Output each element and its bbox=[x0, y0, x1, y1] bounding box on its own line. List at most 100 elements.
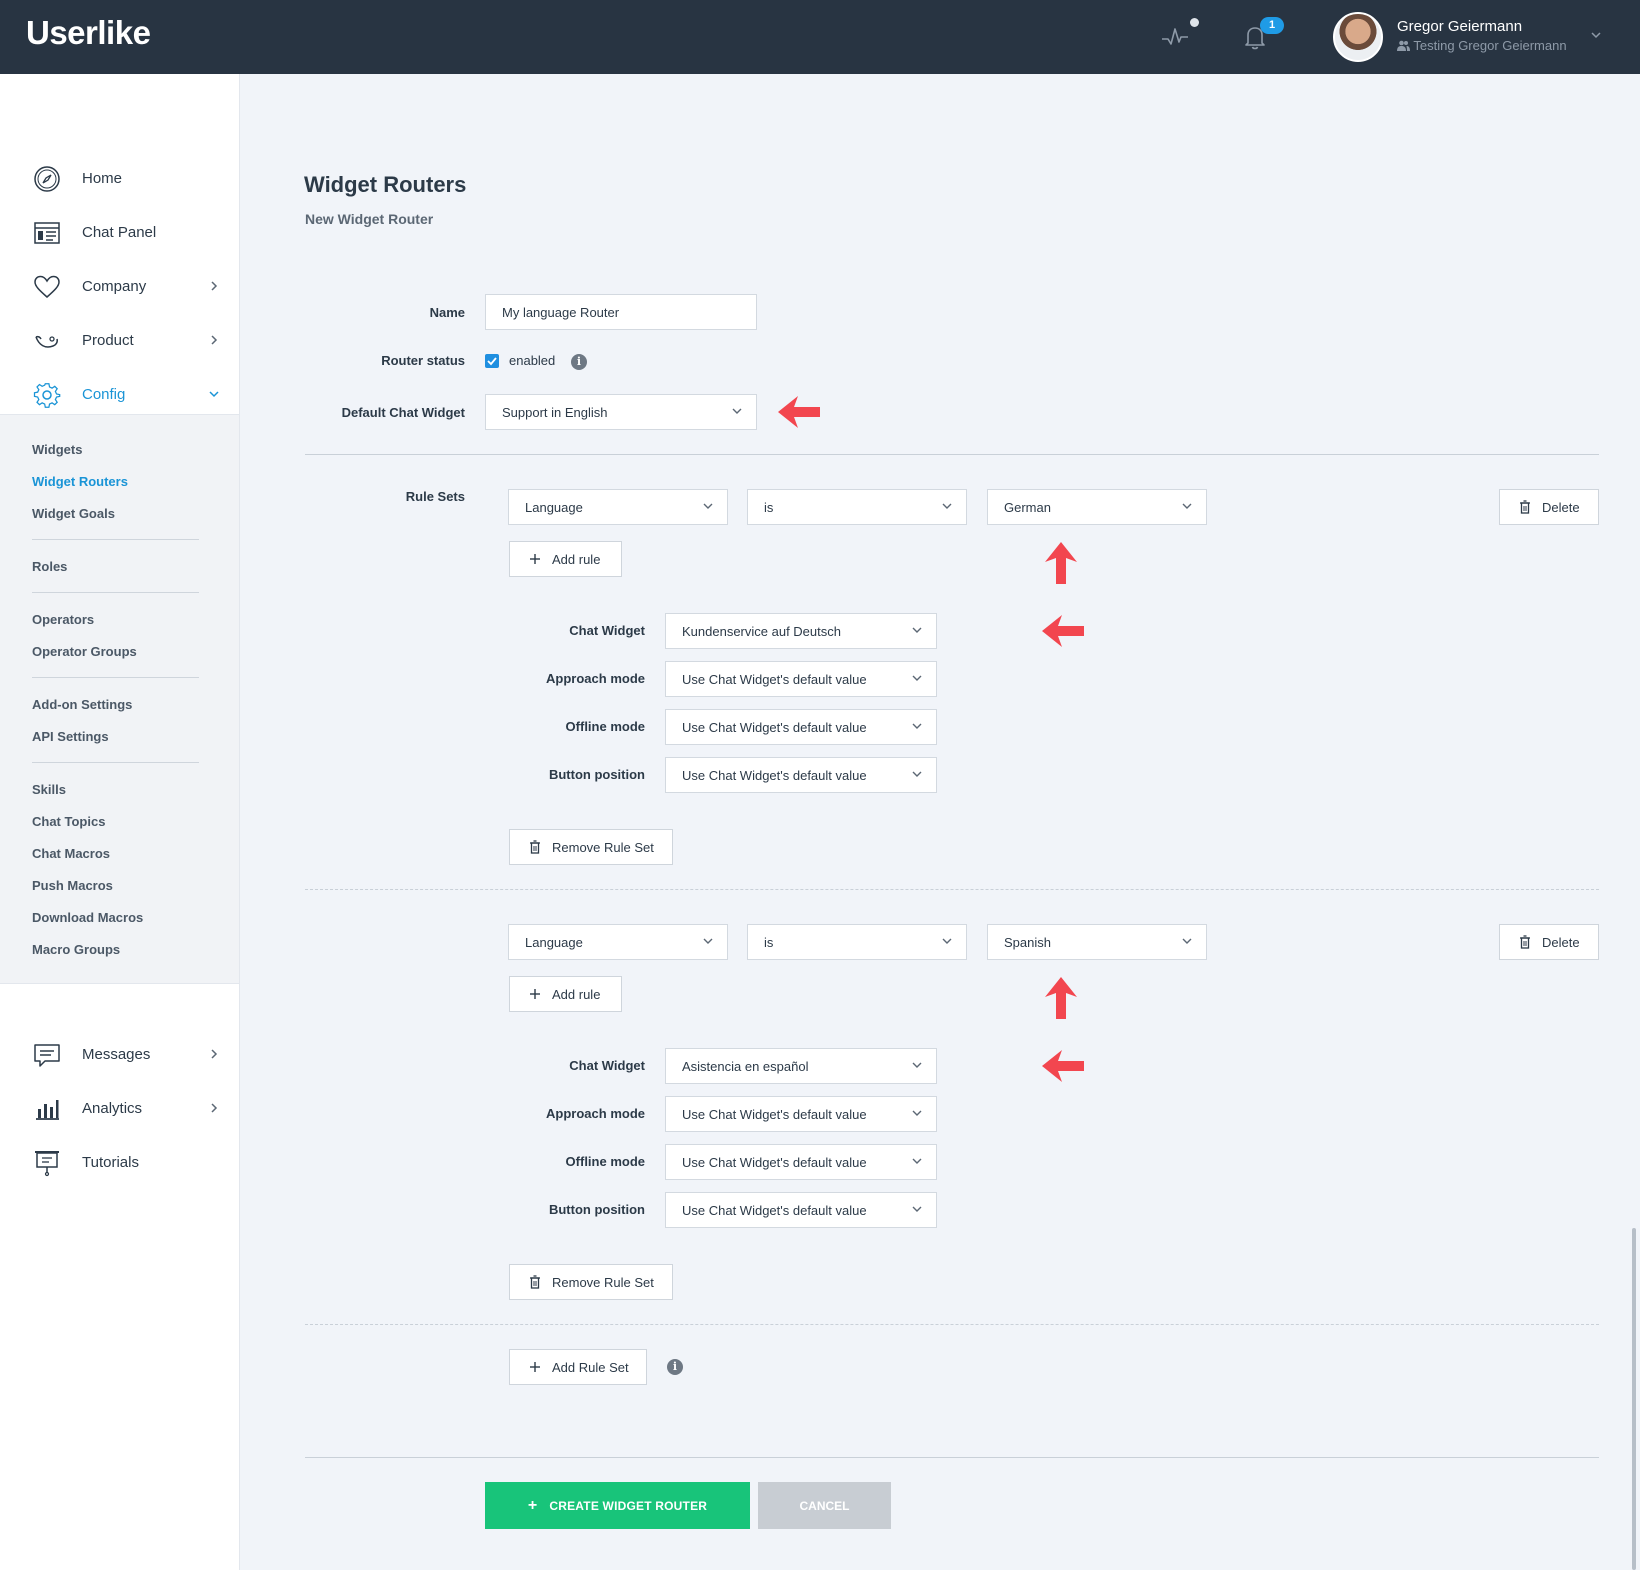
sidebar: Home Chat Panel Company Product Config W… bbox=[0, 74, 240, 1570]
config-subnav: Widgets Widget Routers Widget Goals Role… bbox=[0, 414, 239, 984]
chevron-down-icon bbox=[912, 1110, 922, 1116]
sidebar-item-home[interactable]: Home bbox=[0, 158, 240, 198]
delete-rule-button[interactable]: Delete bbox=[1499, 924, 1599, 960]
subnav-download-macros[interactable]: Download Macros bbox=[32, 910, 143, 925]
chat-widget-select[interactable]: Asistencia en español bbox=[665, 1048, 937, 1084]
sidebar-item-analytics[interactable]: Analytics bbox=[0, 1088, 240, 1128]
sidebar-item-company[interactable]: Company bbox=[0, 266, 240, 306]
approach-mode-select[interactable]: Use Chat Widget's default value bbox=[665, 1096, 937, 1132]
chevron-down-icon bbox=[703, 503, 713, 509]
subnav-api-settings[interactable]: API Settings bbox=[32, 729, 109, 744]
user-avatar[interactable] bbox=[1333, 12, 1383, 62]
subnav-roles[interactable]: Roles bbox=[32, 559, 67, 574]
subnav-skills[interactable]: Skills bbox=[32, 782, 66, 797]
chevron-right-icon bbox=[211, 335, 218, 345]
subnav-operators[interactable]: Operators bbox=[32, 612, 94, 627]
sidebar-item-label: Analytics bbox=[82, 1099, 143, 1117]
product-icon bbox=[35, 335, 58, 348]
rule-field-select[interactable]: Language bbox=[508, 489, 728, 525]
remove-rule-set-button[interactable]: Remove Rule Set bbox=[509, 1264, 673, 1300]
rule-value-select[interactable]: Spanish bbox=[987, 924, 1207, 960]
analytics-icon bbox=[36, 1100, 59, 1120]
offline-mode-select[interactable]: Use Chat Widget's default value bbox=[665, 1144, 937, 1180]
button-position-select[interactable]: Use Chat Widget's default value bbox=[665, 757, 937, 793]
router-status-text: enabled bbox=[509, 353, 556, 368]
delete-rule-button[interactable]: Delete bbox=[1499, 489, 1599, 525]
rule-operator-select[interactable]: is bbox=[747, 924, 967, 960]
chevron-down-icon bbox=[912, 1158, 922, 1164]
tutorials-icon bbox=[35, 1151, 59, 1177]
rule-field-select[interactable]: Language bbox=[508, 924, 728, 960]
chevron-down-icon[interactable] bbox=[1591, 30, 1601, 40]
form-footer-divider bbox=[305, 1457, 1599, 1458]
subnav-divider bbox=[32, 762, 199, 763]
section-divider bbox=[305, 454, 1599, 455]
chat-widget-select[interactable]: Kundenservice auf Deutsch bbox=[665, 613, 937, 649]
sidebar-item-product[interactable]: Product bbox=[0, 320, 240, 360]
name-label: Name bbox=[429, 305, 465, 320]
button-position-select[interactable]: Use Chat Widget's default value bbox=[665, 1192, 937, 1228]
cancel-button[interactable]: CANCEL bbox=[758, 1482, 891, 1529]
subnav-divider bbox=[32, 539, 199, 540]
chevron-right-icon bbox=[211, 281, 218, 291]
chevron-down-icon bbox=[1182, 503, 1192, 509]
chevron-right-icon bbox=[211, 1049, 218, 1059]
chevron-down-icon bbox=[912, 675, 922, 681]
subnav-divider bbox=[32, 677, 199, 678]
button-position-label: Button position bbox=[548, 1202, 645, 1217]
approach-mode-label: Approach mode bbox=[546, 1106, 645, 1121]
router-status-checkbox[interactable] bbox=[485, 354, 499, 368]
offline-mode-select[interactable]: Use Chat Widget's default value bbox=[665, 709, 937, 745]
subnav-operator-groups[interactable]: Operator Groups bbox=[32, 644, 137, 659]
name-input[interactable]: My language Router bbox=[485, 294, 757, 330]
subnav-widgets[interactable]: Widgets bbox=[32, 442, 82, 457]
approach-mode-select[interactable]: Use Chat Widget's default value bbox=[665, 661, 937, 697]
default-chat-widget-select[interactable]: Support in English bbox=[485, 394, 757, 430]
sidebar-item-label: Config bbox=[82, 385, 126, 403]
plus-icon bbox=[530, 554, 540, 564]
sidebar-item-config[interactable]: Config bbox=[0, 374, 240, 414]
chevron-down-icon bbox=[703, 938, 713, 944]
add-rule-button[interactable]: Add rule bbox=[509, 541, 622, 577]
plus-icon bbox=[530, 1362, 540, 1372]
subnav-add-on-settings[interactable]: Add-on Settings bbox=[32, 697, 132, 712]
user-account-label: Testing Gregor Geiermann bbox=[1397, 38, 1567, 53]
add-rule-set-button[interactable]: Add Rule Set bbox=[509, 1349, 647, 1385]
chevron-down-icon bbox=[912, 627, 922, 633]
page-subtitle: New Widget Router bbox=[305, 211, 434, 227]
userlike-logo[interactable]: Userlike bbox=[26, 14, 151, 52]
chevron-down-icon bbox=[912, 771, 922, 777]
scrollbar-thumb[interactable] bbox=[1632, 1228, 1636, 1570]
annotation-arrow-left bbox=[1042, 1050, 1084, 1082]
trash-icon bbox=[530, 1275, 540, 1289]
sidebar-item-chat-panel[interactable]: Chat Panel bbox=[0, 212, 240, 252]
remove-rule-set-button[interactable]: Remove Rule Set bbox=[509, 829, 673, 865]
info-icon[interactable]: i bbox=[667, 1359, 683, 1375]
subnav-chat-macros[interactable]: Chat Macros bbox=[32, 846, 110, 861]
offline-mode-label: Offline mode bbox=[565, 719, 645, 734]
rule-operator-select[interactable]: is bbox=[747, 489, 967, 525]
subnav-chat-topics[interactable]: Chat Topics bbox=[32, 814, 105, 829]
sidebar-item-messages[interactable]: Messages bbox=[0, 1034, 240, 1074]
subnav-macro-groups[interactable]: Macro Groups bbox=[32, 942, 120, 957]
users-icon bbox=[1397, 40, 1410, 51]
info-icon[interactable]: i bbox=[571, 354, 587, 370]
page-title: Widget Routers bbox=[304, 172, 467, 197]
top-bar: Userlike 1 Gregor Geiermann Testing Greg… bbox=[0, 0, 1640, 74]
subnav-widget-goals[interactable]: Widget Goals bbox=[32, 506, 115, 521]
activity-pulse-icon[interactable] bbox=[1160, 22, 1190, 52]
add-rule-button[interactable]: Add rule bbox=[509, 976, 622, 1012]
create-widget-router-button[interactable]: + CREATE WIDGET ROUTER bbox=[485, 1482, 750, 1529]
rule-value-select[interactable]: German bbox=[987, 489, 1207, 525]
annotation-arrow-up bbox=[1045, 977, 1077, 1019]
chat-panel-icon bbox=[34, 222, 60, 244]
plus-icon: + bbox=[527, 1496, 538, 1514]
annotation-arrow-left bbox=[778, 396, 820, 428]
chevron-down-icon bbox=[912, 1206, 922, 1212]
subnav-widget-routers[interactable]: Widget Routers bbox=[32, 474, 128, 489]
rule-sets-label: Rule Sets bbox=[405, 489, 465, 504]
subnav-push-macros[interactable]: Push Macros bbox=[32, 878, 113, 893]
user-name[interactable]: Gregor Geiermann bbox=[1397, 18, 1522, 35]
sidebar-item-tutorials[interactable]: Tutorials bbox=[0, 1142, 240, 1182]
gear-icon bbox=[33, 383, 61, 408]
